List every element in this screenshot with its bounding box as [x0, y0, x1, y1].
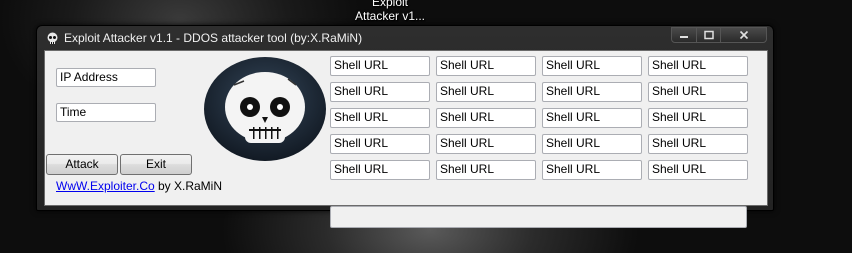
- minimize-button[interactable]: [671, 27, 697, 43]
- shell-url-input[interactable]: Shell URL: [542, 134, 642, 154]
- desktop-icon-label[interactable]: Exploit Attacker v1...: [330, 0, 450, 23]
- shell-url-input[interactable]: Shell URL: [648, 82, 748, 102]
- shell-url-input[interactable]: Shell URL: [648, 160, 748, 180]
- shell-url-input[interactable]: Shell URL: [330, 134, 430, 154]
- window-client-area: IP Address Time Attack Exit WwW.Exploite…: [44, 50, 768, 228]
- close-button[interactable]: [720, 27, 767, 43]
- shell-url-input[interactable]: Shell URL: [648, 108, 748, 128]
- shell-url-input[interactable]: Shell URL: [330, 160, 430, 180]
- maximize-button[interactable]: [696, 27, 721, 43]
- website-link[interactable]: WwW.Exploiter.Co: [56, 179, 155, 193]
- shell-url-input[interactable]: Shell URL: [436, 160, 536, 180]
- shell-url-input[interactable]: Shell URL: [436, 134, 536, 154]
- shell-url-input[interactable]: Shell URL: [330, 108, 430, 128]
- shell-url-input[interactable]: Shell URL: [436, 82, 536, 102]
- title-bar[interactable]: Exploit Attacker v1.1 - DDOS attacker to…: [37, 26, 773, 50]
- shell-url-input[interactable]: Shell URL: [542, 56, 642, 76]
- shell-url-input[interactable]: Shell URL: [542, 160, 642, 180]
- shell-url-input[interactable]: Shell URL: [542, 82, 642, 102]
- exit-button[interactable]: Exit: [120, 154, 192, 175]
- attack-button[interactable]: Attack: [46, 154, 118, 175]
- shell-url-input[interactable]: Shell URL: [436, 108, 536, 128]
- minimize-icon: [680, 36, 688, 38]
- desktop-icon-label-text: Exploit Attacker v1...: [354, 0, 426, 23]
- shell-url-input[interactable]: Shell URL: [436, 56, 536, 76]
- time-input[interactable]: Time: [56, 103, 156, 122]
- shell-url-input[interactable]: Shell URL: [648, 56, 748, 76]
- skull-hood-icon: [204, 57, 326, 161]
- window-title: Exploit Attacker v1.1 - DDOS attacker to…: [64, 31, 363, 45]
- shell-url-input[interactable]: Shell URL: [648, 134, 748, 154]
- skull-icon: [47, 32, 58, 44]
- status-field[interactable]: [330, 206, 747, 228]
- shell-url-input[interactable]: Shell URL: [330, 82, 430, 102]
- author-credit: by X.RaMiN: [158, 179, 223, 193]
- ip-address-input[interactable]: IP Address: [56, 68, 156, 87]
- app-window: Exploit Attacker v1.1 - DDOS attacker to…: [36, 25, 774, 228]
- maximize-icon: [703, 30, 714, 40]
- shell-url-input[interactable]: Shell URL: [330, 56, 430, 76]
- close-icon: [739, 30, 748, 40]
- shell-url-input[interactable]: Shell URL: [542, 108, 642, 128]
